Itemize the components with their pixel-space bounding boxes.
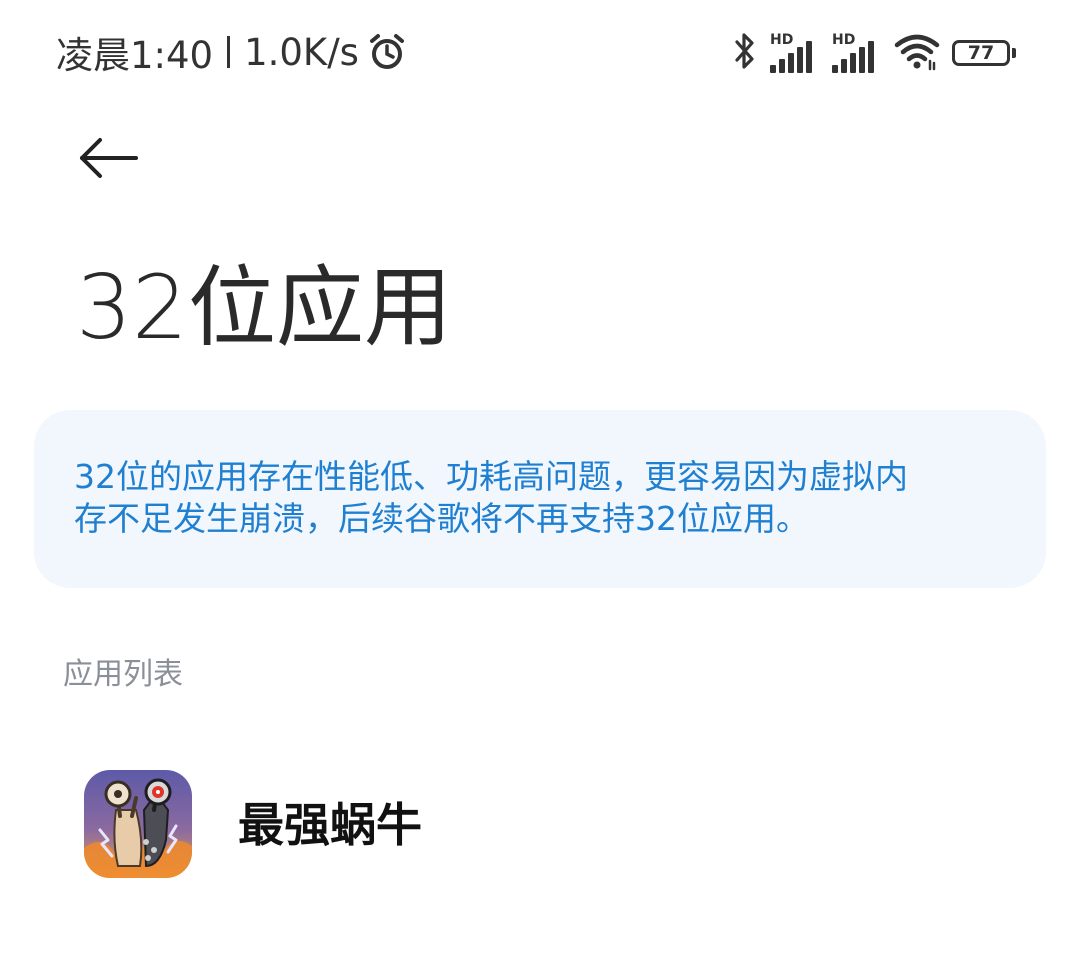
list-item[interactable]: 最强蜗牛: [0, 740, 1080, 910]
signal-icon: HD: [832, 33, 882, 73]
info-text: 32位的应用存在性能低、功耗高问题，更容易因为虚拟内 存不足发生崩溃，后续谷歌将…: [74, 457, 908, 538]
battery-level: 77: [967, 42, 995, 64]
page-title: 32位应用: [76, 256, 452, 359]
back-button[interactable]: [72, 130, 144, 190]
app-name: 最强蜗牛: [238, 798, 422, 852]
status-time: 凌晨1:40: [56, 34, 214, 77]
bluetooth-icon: [732, 31, 758, 75]
back-arrow-icon: [76, 136, 140, 184]
signal-icon: HD: [770, 33, 820, 73]
info-card: 32位的应用存在性能低、功耗高问题，更容易因为虚拟内 存不足发生崩溃，后续谷歌将…: [34, 410, 1046, 588]
wifi-icon: [894, 31, 940, 75]
battery-icon: 77: [952, 38, 1018, 68]
alarm-icon: [367, 32, 407, 72]
status-right: HD HD 77: [732, 30, 1018, 76]
app-icon: [84, 770, 192, 878]
status-separator: [227, 36, 231, 68]
section-header: 应用列表: [63, 657, 183, 692]
status-bar: 凌晨1:40 1.0K/s HD HD 77: [0, 0, 1080, 104]
status-net-speed: 1.0K/s: [244, 30, 359, 74]
status-left: 凌晨1:40 1.0K/s: [56, 28, 407, 77]
